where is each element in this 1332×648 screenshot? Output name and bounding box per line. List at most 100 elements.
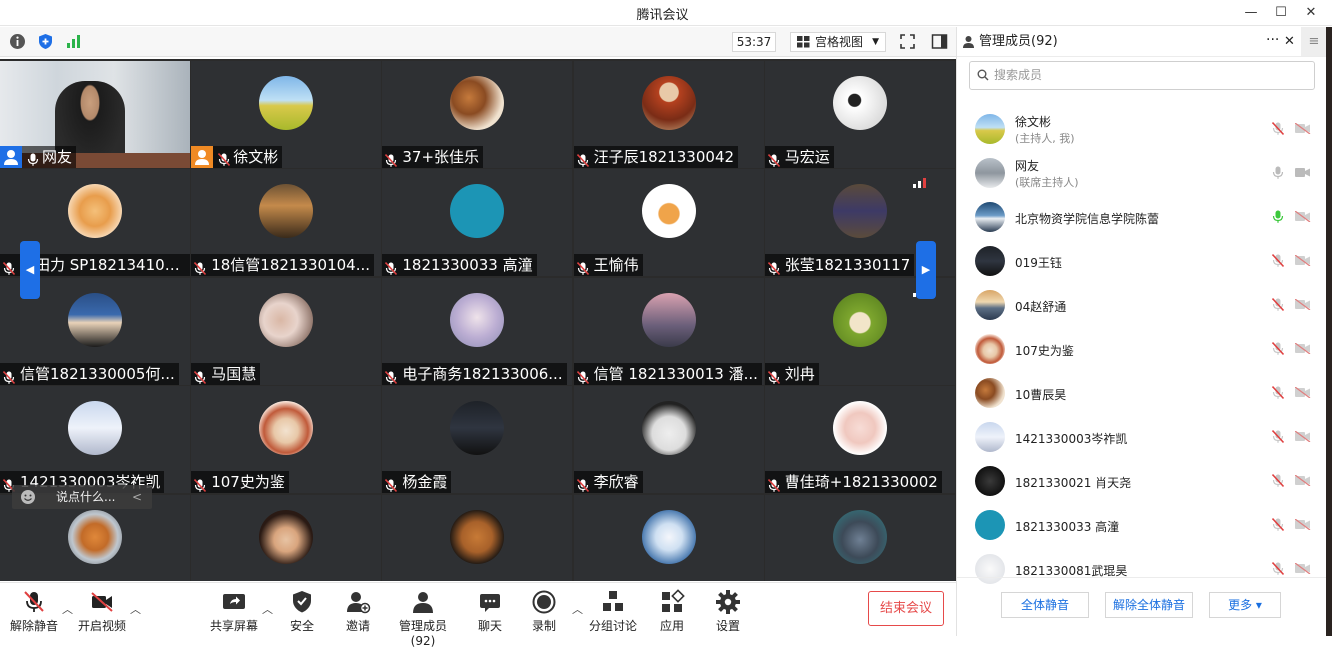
mic-muted-icon[interactable]: [1271, 121, 1285, 136]
camera-off-icon[interactable]: [1294, 386, 1311, 399]
fullscreen-icon[interactable]: [899, 33, 916, 50]
participant-tile[interactable]: 107史为鉴: [191, 386, 382, 494]
participant-tile[interactable]: 信管 1821330013 潘...: [573, 277, 764, 385]
participant-tile[interactable]: 37+张佳乐: [382, 61, 573, 168]
mic-muted-icon[interactable]: [1271, 429, 1285, 444]
member-row[interactable]: 10曹辰昊: [957, 371, 1327, 415]
participant-tile[interactable]: 曹佳琦+1821330002: [764, 386, 955, 494]
member-search-input[interactable]: 搜索成员: [969, 61, 1315, 90]
camera-icon[interactable]: [1295, 167, 1311, 178]
member-row[interactable]: 019王钰: [957, 239, 1327, 283]
participant-tile[interactable]: 王愉伟: [573, 169, 764, 277]
camera-off-icon[interactable]: [1294, 254, 1311, 267]
end-meeting-button[interactable]: 结束会议: [868, 591, 944, 626]
chat-input-bar[interactable]: 说点什么... <: [12, 485, 152, 509]
window-title: 腾讯会议: [636, 8, 689, 23]
camera-off-icon: [91, 592, 113, 612]
participant-tile[interactable]: 马国慧: [191, 277, 382, 385]
camera-off-icon[interactable]: [1294, 342, 1311, 355]
sidebar-toggle-icon[interactable]: [931, 33, 948, 50]
unmute-button[interactable]: 解除静音: [10, 589, 58, 634]
participant-tile[interactable]: 李欣睿: [573, 386, 764, 494]
participant-name-text: 王愉伟: [593, 256, 639, 275]
participant-name: 信管 1821330013 潘...: [573, 362, 762, 385]
chat-collapse-button[interactable]: <: [132, 485, 142, 509]
member-row[interactable]: 1421330003岑祚凯: [957, 415, 1327, 459]
member-row[interactable]: 北京物资学院信息学院陈蕾: [957, 195, 1327, 239]
camera-off-icon[interactable]: [1294, 210, 1311, 223]
maximize-button[interactable]: ☐: [1268, 3, 1294, 23]
member-row[interactable]: 网友 (联席主持人): [957, 151, 1327, 195]
info-icon[interactable]: [9, 33, 26, 50]
signal-icon: [912, 177, 927, 189]
camera-off-icon[interactable]: [1294, 122, 1311, 135]
member-row[interactable]: 107史为鉴: [957, 327, 1327, 371]
participant-tile[interactable]: 马宏运: [764, 61, 955, 168]
participant-tile[interactable]: 18信管1821330104...: [191, 169, 382, 277]
member-row[interactable]: 04赵舒通: [957, 283, 1327, 327]
mic-speaking-icon[interactable]: [1272, 210, 1284, 224]
unmute-all-button[interactable]: 解除全体静音: [1105, 592, 1193, 618]
breakout-button[interactable]: 分组讨论: [588, 589, 638, 634]
participant-tile[interactable]: 徐文彬: [191, 61, 382, 168]
next-page-button[interactable]: ▶: [916, 241, 936, 299]
settings-button[interactable]: 设置: [710, 589, 746, 634]
mic-muted-icon[interactable]: [1271, 473, 1285, 488]
share-screen-button[interactable]: 共享屏幕: [208, 589, 260, 634]
participant-tile[interactable]: [764, 494, 955, 581]
invite-button[interactable]: 邀请: [340, 589, 376, 634]
participant-tile[interactable]: 汪子辰1821330042: [573, 61, 764, 168]
view-mode-select[interactable]: 宫格视图 ▼: [790, 32, 886, 52]
member-avatar: [975, 202, 1005, 232]
shield-icon[interactable]: [37, 33, 54, 50]
start-video-button[interactable]: 开启视频: [78, 589, 126, 634]
mute-all-button[interactable]: 全体静音: [1001, 592, 1089, 618]
participant-tile[interactable]: 1421330003岑祚凯: [0, 386, 190, 494]
participant-tile[interactable]: [573, 494, 764, 581]
camera-off-icon[interactable]: [1294, 430, 1311, 443]
participant-tile[interactable]: 电子商务182133006...: [382, 277, 573, 385]
mic-muted-icon[interactable]: [1271, 561, 1285, 576]
video-options-caret[interactable]: ︿: [130, 601, 141, 617]
camera-off-icon[interactable]: [1294, 518, 1311, 531]
mic-muted-icon[interactable]: [1271, 253, 1285, 268]
prev-page-button[interactable]: ◀: [20, 241, 40, 299]
minimize-button[interactable]: —: [1238, 3, 1264, 23]
menu-icon[interactable]: ≡: [1301, 27, 1327, 56]
mic-muted-icon[interactable]: [1271, 341, 1285, 356]
mic-muted-icon[interactable]: [1271, 297, 1285, 312]
share-options-caret[interactable]: ︿: [262, 601, 273, 617]
member-row[interactable]: 徐文彬 (主持人, 我): [957, 107, 1327, 151]
more-button[interactable]: 更多 ▾: [1209, 592, 1281, 618]
camera-off-icon[interactable]: [1294, 298, 1311, 311]
camera-off-icon[interactable]: [1294, 562, 1311, 575]
member-name: 1821330021 肖天尧: [1015, 476, 1132, 490]
manage-members-button[interactable]: 管理成员(92): [388, 589, 458, 648]
chat-button[interactable]: 聊天: [472, 589, 508, 634]
close-icon[interactable]: ✕: [1284, 27, 1295, 56]
participant-tile[interactable]: [191, 494, 382, 581]
invite-label: 邀请: [345, 619, 370, 633]
host-badge-icon: [191, 146, 214, 168]
apps-button[interactable]: 应用: [654, 589, 690, 634]
security-button[interactable]: 安全: [284, 589, 320, 634]
audio-options-caret[interactable]: ︿: [62, 601, 73, 617]
member-row[interactable]: 1821330021 肖天尧: [957, 459, 1327, 503]
record-options-caret[interactable]: ︿: [572, 601, 583, 617]
more-options-icon[interactable]: ···: [1266, 26, 1279, 55]
camera-off-icon[interactable]: [1294, 474, 1311, 487]
participant-tile[interactable]: 网友: [0, 61, 190, 168]
record-button[interactable]: 录制: [526, 589, 562, 634]
mic-muted-icon[interactable]: [1271, 385, 1285, 400]
member-row[interactable]: 1821330033 高潼: [957, 503, 1327, 547]
chat-label: 聊天: [477, 619, 502, 633]
signal-icon[interactable]: [65, 33, 82, 50]
participant-avatar: [832, 184, 887, 239]
participant-tile[interactable]: 杨金霞: [382, 386, 573, 494]
mic-icon[interactable]: [1272, 166, 1284, 180]
mic-muted-icon[interactable]: [1271, 517, 1285, 532]
participant-tile[interactable]: [382, 494, 573, 581]
close-button[interactable]: ✕: [1298, 3, 1324, 23]
participant-tile[interactable]: 1821330033 高潼: [382, 169, 573, 277]
emoji-icon[interactable]: [20, 489, 36, 505]
